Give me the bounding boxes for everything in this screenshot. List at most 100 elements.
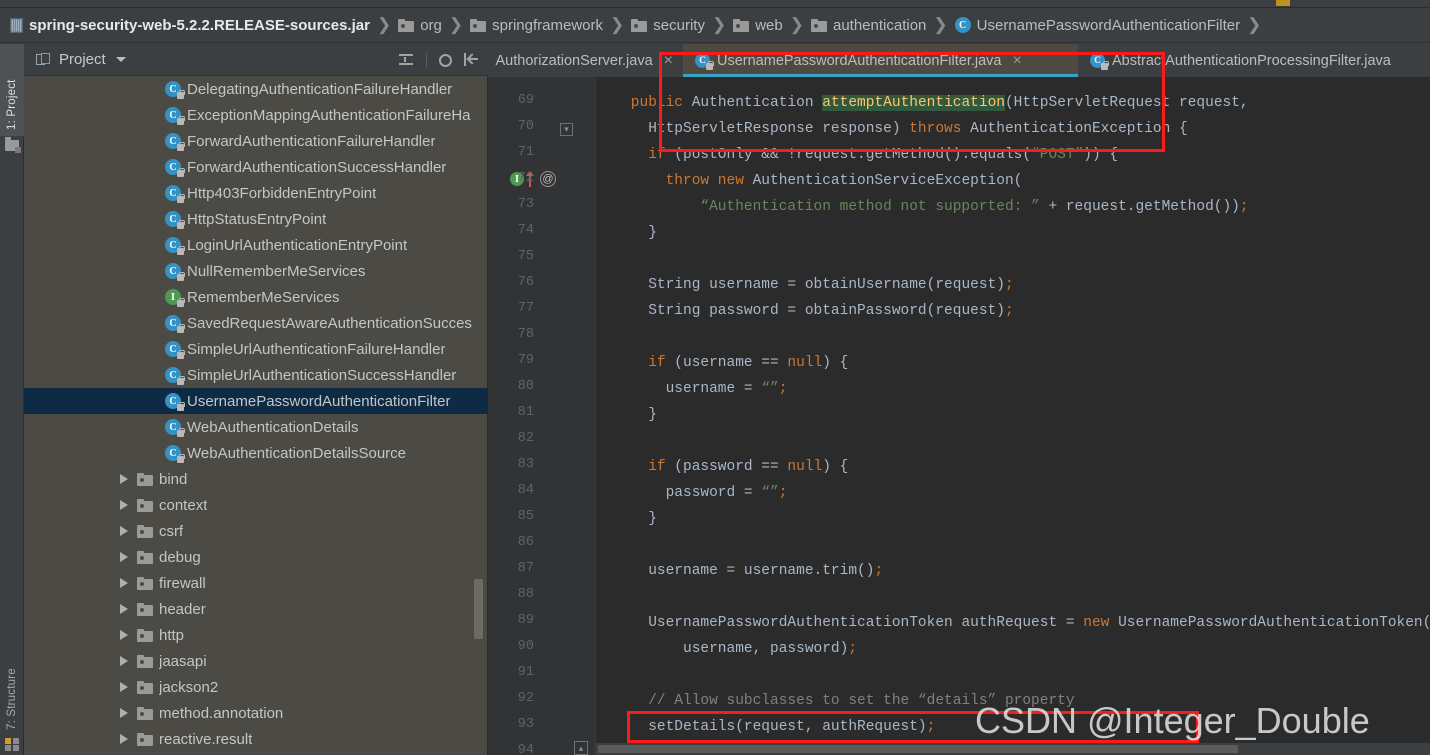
code-token: null [787, 459, 823, 475]
tool-window-tab-project[interactable]: 1: Project [0, 44, 24, 136]
tree-row[interactable]: jackson2 [24, 674, 488, 700]
tool-window-tab-project-label: 1: Project [6, 79, 18, 130]
collapse-all-icon[interactable] [398, 52, 414, 68]
editor-horizontal-scrollbar[interactable]: ▴ [574, 741, 1430, 755]
breadcrumb-item-2[interactable]: springframework [470, 8, 603, 42]
tree-row-label: bind [159, 470, 188, 488]
code-token: username = username.trim() [648, 563, 875, 579]
line-number: 86 [517, 535, 534, 550]
jar-icon [10, 17, 23, 33]
tree-row[interactable]: firewall [24, 570, 488, 596]
expand-arrow-icon[interactable] [120, 630, 128, 640]
line-number: 83 [517, 457, 534, 472]
code-token: ) { [822, 355, 849, 371]
code-token: (HttpServletRequest request, [1004, 95, 1249, 111]
hide-panel-icon[interactable] [464, 52, 480, 68]
tree-row-label: NullRememberMeServices [187, 262, 366, 280]
breadcrumb-item-0[interactable]: spring-security-web-5.2.2.RELEASE-source… [10, 8, 370, 42]
close-tab-icon[interactable]: × [664, 52, 673, 69]
tree-row[interactable]: jaasapi [24, 648, 488, 674]
tree-row-label: HttpStatusEntryPoint [187, 210, 327, 228]
gear-icon[interactable] [439, 54, 452, 67]
expand-arrow-icon[interactable] [120, 604, 128, 614]
tree-row[interactable]: C NullRememberMeServices [24, 258, 488, 284]
breadcrumb-item-3[interactable]: security [631, 8, 705, 42]
tree-row-selected[interactable]: C UsernamePasswordAuthenticationFilter [24, 388, 488, 414]
tree-row[interactable]: method.annotation [24, 700, 488, 726]
chevron-down-icon[interactable] [115, 57, 126, 62]
expand-arrow-icon[interactable] [120, 708, 128, 718]
project-tree[interactable]: C DelegatingAuthenticationFailureHandler C… [24, 76, 488, 755]
tree-row[interactable]: http [24, 622, 488, 648]
editor-tab-0[interactable]: AuthorizationServer.java × [488, 44, 683, 77]
code-line: if (password == null) { [648, 454, 848, 480]
tree-row[interactable]: C HttpStatusEntryPoint [24, 206, 488, 232]
line-number: 91 [517, 665, 534, 680]
code-token: UsernamePasswordAuthenticationToken auth… [648, 615, 1084, 631]
tree-row[interactable]: C LoginUrlAuthenticationEntryPoint [24, 232, 488, 258]
editor-hscroll-thumb[interactable] [598, 745, 1238, 753]
breadcrumb-item-5[interactable]: authentication [810, 8, 926, 42]
tree-row-label: http [159, 626, 185, 644]
tree-row[interactable]: bind [24, 466, 488, 492]
line-number: 71 [517, 145, 534, 160]
code-line: password = “”; [666, 480, 788, 506]
tree-row[interactable]: reactive.result [24, 726, 488, 752]
expand-arrow-icon[interactable] [120, 500, 128, 510]
tree-row[interactable]: csrf [24, 518, 488, 544]
tree-row[interactable]: C Http403ForbiddenEntryPoint [24, 180, 488, 206]
tree-row[interactable]: C WebAuthenticationDetailsSource [24, 440, 488, 466]
code-token: Authentication [691, 95, 823, 111]
tree-row[interactable]: C SimpleUrlAuthenticationSuccessHandler [24, 362, 488, 388]
tree-row[interactable]: C SavedRequestAwareAuthenticationSucces [24, 310, 488, 336]
interface-icon: I [165, 289, 185, 307]
tree-row[interactable]: I RememberMeServices [24, 284, 488, 310]
folder-icon [137, 524, 153, 538]
breadcrumb-item-1[interactable]: org [398, 8, 442, 42]
expand-arrow-icon[interactable] [120, 578, 128, 588]
breadcrumb-item-6[interactable]: C UsernamePasswordAuthenticationFilter [954, 8, 1240, 42]
tree-row[interactable]: header [24, 596, 488, 622]
tree-row[interactable]: C WebAuthenticationDetails [24, 414, 488, 440]
line-number: 94 [517, 743, 534, 755]
tree-row-label: LoginUrlAuthenticationEntryPoint [187, 236, 408, 254]
close-tab-icon[interactable]: × [1013, 52, 1022, 69]
tree-row[interactable]: C ForwardAuthenticationFailureHandler [24, 128, 488, 154]
class-icon: C [954, 17, 971, 33]
tree-row[interactable]: C ForwardAuthenticationSuccessHandler [24, 154, 488, 180]
code-token: ; [848, 641, 858, 657]
fold-end-icon[interactable]: ▴ [574, 741, 588, 755]
editor-gutter[interactable]: I @ ▾ 69 70 71 72 73 74 75 76 77 78 79 80 81 82 83 84 85… [488, 77, 596, 755]
code-token: (password == [674, 459, 788, 475]
code-content[interactable]: public Authentication attemptAuthenticat… [596, 77, 1430, 755]
breadcrumb-item-4[interactable]: web [733, 8, 783, 42]
project-strip-icon [5, 137, 21, 153]
expand-arrow-icon[interactable] [120, 552, 128, 562]
tool-window-tab-structure[interactable]: 7: Structure [0, 644, 24, 736]
editor-tab-2[interactable]: C AbstractAuthenticationProcessingFilter.… [1078, 44, 1430, 77]
code-token: password = [665, 485, 762, 501]
expand-arrow-icon[interactable] [120, 526, 128, 536]
editor-tab-1[interactable]: C UsernamePasswordAuthenticationFilter.ja… [683, 44, 1078, 77]
tree-row-label: Http403ForbiddenEntryPoint [187, 184, 377, 202]
tree-row[interactable]: debug [24, 544, 488, 570]
line-number: 69 [517, 93, 534, 108]
tree-row[interactable]: C DelegatingAuthenticationFailureHandler [24, 76, 488, 102]
class-icon: C [165, 133, 185, 151]
line-number: 74 [517, 223, 534, 238]
code-token: } [648, 225, 657, 241]
code-token: )) { [1083, 147, 1119, 163]
code-fold-icon[interactable]: ▾ [560, 123, 573, 136]
tree-row-label: WebAuthenticationDetailsSource [187, 444, 407, 462]
code-editor[interactable]: I @ ▾ 69 70 71 72 73 74 75 76 77 78 79 80 81 82 83 84 85… [488, 77, 1430, 755]
expand-arrow-icon[interactable] [120, 682, 128, 692]
line-number: 84 [517, 483, 534, 498]
expand-arrow-icon[interactable] [120, 734, 128, 744]
project-scrollbar-thumb[interactable] [474, 579, 483, 639]
expand-arrow-icon[interactable] [120, 656, 128, 666]
tree-row[interactable]: C ExceptionMappingAuthenticationFailureHa [24, 102, 488, 128]
tree-row[interactable]: context [24, 492, 488, 518]
at-icon[interactable]: @ [540, 171, 556, 187]
tree-row[interactable]: C SimpleUrlAuthenticationFailureHandler [24, 336, 488, 362]
expand-arrow-icon[interactable] [120, 474, 128, 484]
